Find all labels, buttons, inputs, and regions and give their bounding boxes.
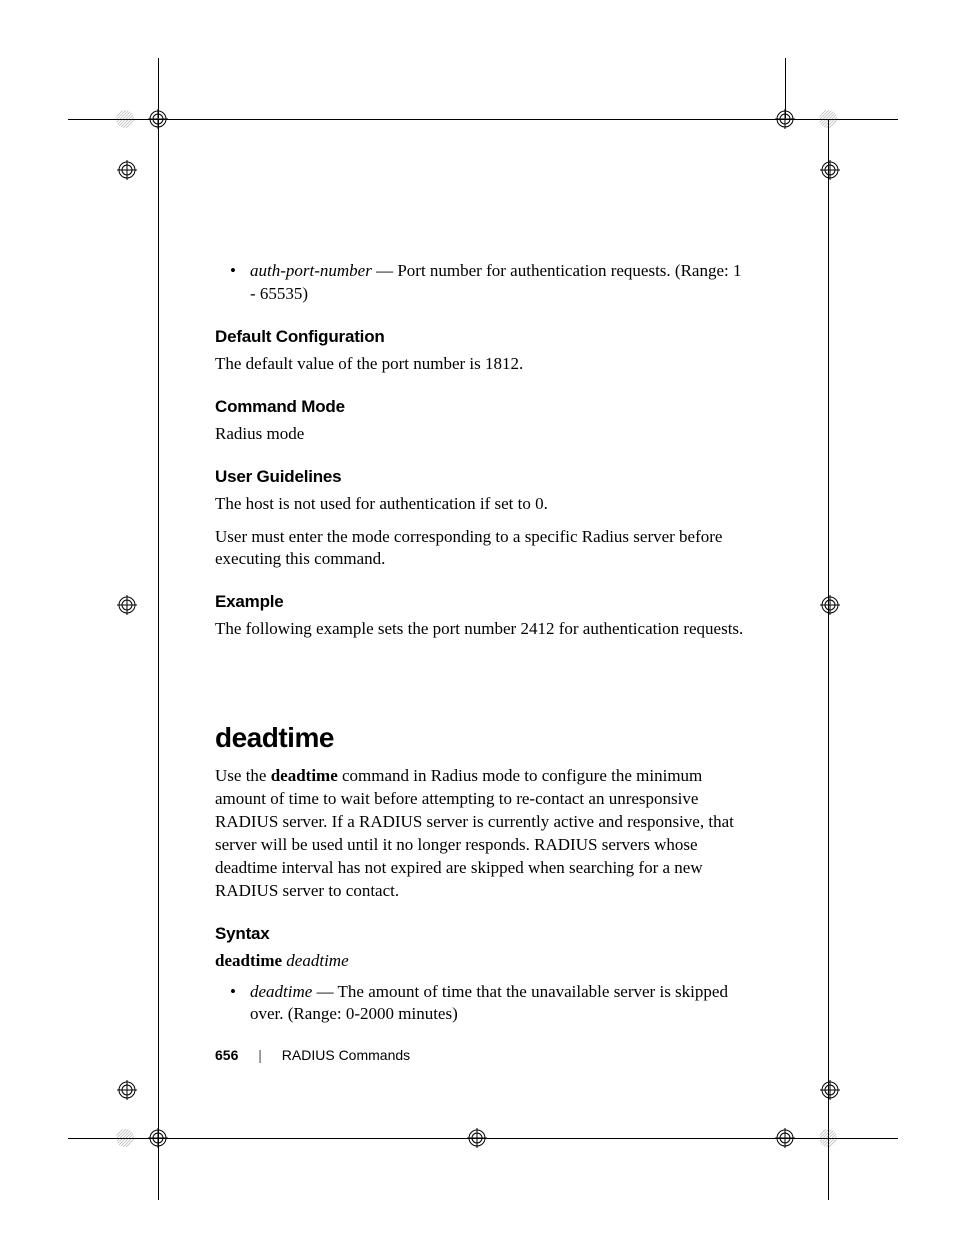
registration-mark-icon <box>775 1128 795 1148</box>
registration-mark-icon <box>467 1128 487 1148</box>
registration-mark-icon <box>820 1080 840 1100</box>
registration-mark-icon <box>117 1080 137 1100</box>
footer-divider: | <box>258 1047 262 1063</box>
param-auth-port-number: auth-port-number — Port number for authe… <box>215 260 745 306</box>
registration-mark-icon <box>820 595 840 615</box>
registration-mark-icon <box>115 1128 135 1148</box>
heading-syntax: Syntax <box>215 923 745 946</box>
param-term: deadtime <box>250 982 312 1001</box>
user-guidelines-text-2: User must enter the mode corresponding t… <box>215 526 745 572</box>
syntax-line-bold: deadtime <box>215 951 282 970</box>
deadtime-intro: Use the deadtime command in Radius mode … <box>215 765 745 903</box>
syntax-bullet-list: deadtime — The amount of time that the u… <box>215 981 745 1027</box>
heading-user-guidelines: User Guidelines <box>215 466 745 489</box>
registration-mark-icon <box>148 1128 168 1148</box>
param-deadtime: deadtime — The amount of time that the u… <box>215 981 745 1027</box>
crop-line <box>68 1138 158 1139</box>
heading-example: Example <box>215 591 745 614</box>
registration-mark-icon <box>117 160 137 180</box>
registration-mark-icon <box>148 109 168 129</box>
default-configuration-text: The default value of the port number is … <box>215 353 745 376</box>
syntax-line-italic: deadtime <box>286 951 348 970</box>
param-term: auth-port-number <box>250 261 372 280</box>
syntax-line: deadtime deadtime <box>215 950 745 973</box>
deadtime-intro-bold: deadtime <box>271 766 338 785</box>
heading-deadtime: deadtime <box>215 719 745 757</box>
page-footer: 656 | RADIUS Commands <box>215 1046 410 1065</box>
registration-mark-icon <box>775 109 795 129</box>
registration-mark-icon <box>820 160 840 180</box>
crop-line <box>68 119 158 120</box>
registration-mark-icon <box>818 1128 838 1148</box>
page-content: auth-port-number — Port number for authe… <box>215 260 745 1026</box>
heading-command-mode: Command Mode <box>215 396 745 419</box>
param-sep: — <box>372 261 398 280</box>
top-bullet-list: auth-port-number — Port number for authe… <box>215 260 745 306</box>
deadtime-intro-post: command in Radius mode to configure the … <box>215 766 734 900</box>
deadtime-intro-pre: Use the <box>215 766 271 785</box>
registration-mark-icon <box>117 595 137 615</box>
crop-line <box>158 120 159 1200</box>
footer-section-name: RADIUS Commands <box>282 1047 410 1063</box>
page-number: 656 <box>215 1047 238 1063</box>
registration-mark-icon <box>818 109 838 129</box>
heading-default-configuration: Default Configuration <box>215 326 745 349</box>
param-sep: — <box>312 982 337 1001</box>
command-mode-text: Radius mode <box>215 423 745 446</box>
registration-mark-icon <box>115 109 135 129</box>
crop-line <box>828 120 829 1200</box>
user-guidelines-text-1: The host is not used for authentication … <box>215 493 745 516</box>
example-text: The following example sets the port numb… <box>215 618 745 641</box>
